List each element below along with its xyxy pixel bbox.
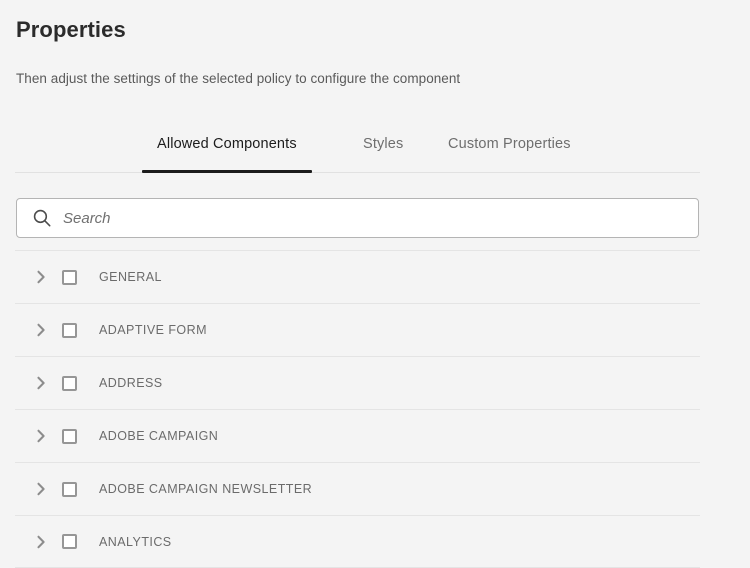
active-tab-indicator <box>142 170 312 173</box>
checkbox-unchecked-icon[interactable] <box>62 269 77 285</box>
page-title: Properties <box>16 17 126 42</box>
page-subtitle: Then adjust the settings of the selected… <box>16 71 461 86</box>
tab-styles-label: Styles <box>363 136 404 152</box>
checkbox-unchecked-icon[interactable] <box>62 375 77 391</box>
component-group-label: ADAPTIVE FORM <box>99 323 207 337</box>
chevron-right-icon[interactable] <box>33 269 49 285</box>
component-group-row[interactable]: ADAPTIVE FORM <box>15 303 700 356</box>
chevron-right-icon[interactable] <box>33 428 49 444</box>
allowed-components-list: GENERAL ADAPTIVE FORM ADDRESS ADOBE CAMP… <box>15 250 700 568</box>
component-group-label: ADOBE CAMPAIGN <box>99 429 219 443</box>
tab-custom-properties[interactable]: Custom Properties <box>433 125 586 173</box>
tab-allowed-components[interactable]: Allowed Components <box>142 125 312 173</box>
search-input[interactable] <box>63 200 663 236</box>
component-group-row[interactable]: ADOBE CAMPAIGN NEWSLETTER <box>15 462 700 515</box>
tab-allowed-components-label: Allowed Components <box>157 136 297 152</box>
checkbox-unchecked-icon[interactable] <box>62 322 77 338</box>
chevron-right-icon[interactable] <box>33 481 49 497</box>
component-group-row[interactable]: ADOBE CAMPAIGN <box>15 409 700 462</box>
component-group-row[interactable]: ADDRESS <box>15 356 700 409</box>
component-group-label: GENERAL <box>99 270 162 284</box>
chevron-right-icon[interactable] <box>33 534 49 550</box>
checkbox-unchecked-icon[interactable] <box>62 481 77 497</box>
search-field[interactable] <box>16 198 699 238</box>
component-group-row[interactable]: ANALYTICS <box>15 515 700 568</box>
search-icon <box>33 209 51 227</box>
component-group-row[interactable]: GENERAL <box>15 250 700 303</box>
component-group-label: ADOBE CAMPAIGN NEWSLETTER <box>99 482 313 496</box>
chevron-right-icon[interactable] <box>33 322 49 338</box>
tab-styles[interactable]: Styles <box>348 125 418 173</box>
checkbox-unchecked-icon[interactable] <box>62 428 77 444</box>
chevron-right-icon[interactable] <box>33 375 49 391</box>
properties-panel: Properties Then adjust the settings of t… <box>0 0 750 568</box>
component-group-label: ADDRESS <box>99 376 163 390</box>
component-group-label: ANALYTICS <box>99 534 172 549</box>
tab-bar: Allowed Components Styles Custom Propert… <box>15 125 700 173</box>
checkbox-unchecked-icon[interactable] <box>62 534 77 549</box>
tab-custom-properties-label: Custom Properties <box>448 136 571 152</box>
